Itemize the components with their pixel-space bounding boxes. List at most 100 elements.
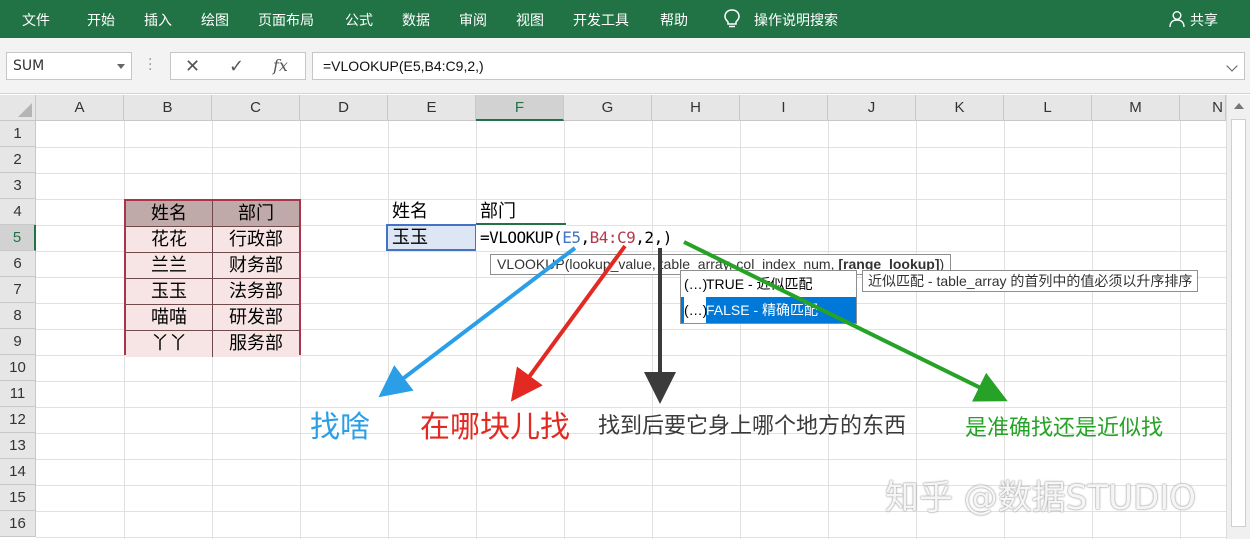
table-cell-dept[interactable]: 法务部 bbox=[213, 279, 299, 305]
autocomplete-item-false[interactable]: (…)FALSE - 精确匹配 bbox=[681, 297, 856, 323]
formula-arg-col: 2 bbox=[644, 228, 654, 247]
row-header[interactable]: 4 bbox=[0, 199, 36, 225]
column-header[interactable]: H bbox=[652, 95, 740, 121]
tab-formulas[interactable]: 公式 bbox=[345, 10, 373, 30]
tab-view[interactable]: 视图 bbox=[516, 10, 544, 30]
table-cell-name[interactable]: 花花 bbox=[126, 227, 213, 253]
column-header[interactable]: M bbox=[1092, 95, 1180, 121]
column-header[interactable]: I bbox=[740, 95, 828, 121]
tab-page-layout[interactable]: 页面布局 bbox=[258, 10, 314, 30]
column-header[interactable]: E bbox=[388, 95, 476, 121]
column-header[interactable]: J bbox=[828, 95, 916, 121]
row-header[interactable]: 1 bbox=[0, 121, 36, 147]
formula-text: =VLOOKUP(E5,B4:C9,2,) bbox=[323, 58, 484, 74]
expand-formula-icon[interactable] bbox=[1226, 60, 1238, 72]
tab-review[interactable]: 审阅 bbox=[459, 10, 487, 30]
select-all-button[interactable] bbox=[0, 95, 36, 121]
lightbulb-icon bbox=[724, 9, 740, 28]
table-cell-dept[interactable]: 服务部 bbox=[213, 331, 299, 357]
cell-e4[interactable]: 姓名 bbox=[392, 199, 428, 225]
cancel-icon[interactable]: ✕ bbox=[185, 56, 200, 77]
cell-e5[interactable]: 玉玉 bbox=[392, 225, 428, 251]
row-header[interactable]: 6 bbox=[0, 251, 36, 277]
formula-input[interactable]: =VLOOKUP(E5,B4:C9,2,) bbox=[312, 52, 1245, 80]
scrollbar-thumb[interactable] bbox=[1231, 119, 1246, 527]
name-box-value: SUM bbox=[13, 58, 45, 74]
row-header[interactable]: 11 bbox=[0, 381, 36, 407]
row-header[interactable]: 16 bbox=[0, 511, 36, 537]
argument-icon: (…) bbox=[684, 297, 707, 323]
share-button[interactable]: 共享 bbox=[1190, 10, 1218, 30]
column-header[interactable]: D bbox=[300, 95, 388, 121]
column-header-selected[interactable]: F bbox=[476, 95, 564, 121]
argument-icon: (…) bbox=[684, 271, 707, 297]
table-cell-dept[interactable]: 行政部 bbox=[213, 227, 299, 253]
tell-me-search[interactable]: 操作说明搜索 bbox=[754, 10, 838, 30]
formula-buttons: ✕ ✓ fx bbox=[170, 52, 306, 80]
row-header[interactable]: 12 bbox=[0, 407, 36, 433]
tab-file[interactable]: 文件 bbox=[22, 10, 50, 30]
table-cell-name[interactable]: 丫丫 bbox=[126, 331, 213, 357]
row-header[interactable]: 14 bbox=[0, 459, 36, 485]
table-cell-name[interactable]: 玉玉 bbox=[126, 279, 213, 305]
autocomplete-list: (…)TRUE - 近似匹配 (…)FALSE - 精确匹配 bbox=[680, 270, 857, 324]
name-box[interactable]: SUM bbox=[6, 52, 132, 80]
table-header-name[interactable]: 姓名 bbox=[126, 201, 213, 227]
row-header[interactable]: 3 bbox=[0, 173, 36, 199]
autocomplete-label: FALSE - 精确匹配 bbox=[706, 302, 819, 318]
column-header[interactable]: G bbox=[564, 95, 652, 121]
label-exact-or-approx: 是准确找还是近似找 bbox=[965, 416, 1164, 441]
row-header[interactable]: 13 bbox=[0, 433, 36, 459]
formula-prefix: =VLOOKUP( bbox=[480, 228, 563, 247]
table-cell-dept[interactable]: 财务部 bbox=[213, 253, 299, 279]
table-cell-dept[interactable]: 研发部 bbox=[213, 305, 299, 331]
table-cell-name[interactable]: 喵喵 bbox=[126, 305, 213, 331]
watermark: 知乎 @数据STUDIO bbox=[885, 478, 1197, 518]
tab-data[interactable]: 数据 bbox=[402, 10, 430, 30]
chevron-down-icon[interactable] bbox=[117, 64, 125, 69]
row-header[interactable]: 10 bbox=[0, 355, 36, 381]
autocomplete-label: TRUE - 近似匹配 bbox=[706, 276, 813, 292]
vertical-scrollbar[interactable] bbox=[1226, 95, 1250, 539]
insert-function-icon[interactable]: fx bbox=[273, 56, 288, 75]
tab-developer[interactable]: 开发工具 bbox=[573, 10, 629, 30]
ribbon-tabs: 文件 开始 插入 绘图 页面布局 公式 数据 审阅 视图 开发工具 帮助 操作说… bbox=[0, 0, 1250, 38]
column-header[interactable]: L bbox=[1004, 95, 1092, 121]
row-header[interactable]: 15 bbox=[0, 485, 36, 511]
tab-help[interactable]: 帮助 bbox=[660, 10, 688, 30]
tab-insert[interactable]: 插入 bbox=[144, 10, 172, 30]
table-header-dept[interactable]: 部门 bbox=[213, 201, 299, 227]
label-where: 在哪块儿找 bbox=[420, 410, 570, 445]
column-header[interactable]: K bbox=[916, 95, 1004, 121]
tab-draw[interactable]: 绘图 bbox=[201, 10, 229, 30]
enter-icon[interactable]: ✓ bbox=[229, 56, 244, 77]
formula-sep: , bbox=[653, 228, 664, 247]
cell-f5-formula[interactable]: =VLOOKUP(E5,B4:C9,2,) bbox=[480, 225, 672, 251]
grip-icon[interactable]: · · · bbox=[148, 53, 152, 77]
column-header[interactable]: A bbox=[36, 95, 124, 121]
label-which-part: 找到后要它身上哪个地方的东西 bbox=[598, 414, 907, 439]
formula-suffix: ) bbox=[662, 228, 673, 247]
formula-bar: SUM · · · ✕ ✓ fx =VLOOKUP(E5,B4:C9,2,) bbox=[0, 38, 1250, 94]
row-header[interactable]: 8 bbox=[0, 303, 36, 329]
cell-f4[interactable]: 部门 bbox=[480, 199, 516, 225]
table-cell-name[interactable]: 兰兰 bbox=[126, 253, 213, 279]
column-header[interactable]: N bbox=[1180, 95, 1226, 121]
label-find-what: 找啥 bbox=[310, 410, 370, 445]
column-header[interactable]: B bbox=[124, 95, 212, 121]
formula-arg-lookup: E5 bbox=[562, 228, 581, 247]
employee-table: 姓名 部门 花花 行政部 兰兰 财务部 玉玉 法务部 喵喵 研发部 丫丫 服务部 bbox=[124, 199, 301, 357]
scroll-up-icon[interactable] bbox=[1234, 103, 1244, 109]
row-header-selected[interactable]: 5 bbox=[0, 225, 36, 251]
autocomplete-item-true[interactable]: (…)TRUE - 近似匹配 bbox=[681, 271, 856, 297]
formula-sep: , bbox=[580, 228, 590, 247]
row-header[interactable]: 7 bbox=[0, 277, 36, 303]
formula-arg-table: B4:C9 bbox=[589, 228, 636, 247]
row-header[interactable]: 2 bbox=[0, 147, 36, 173]
column-header[interactable]: C bbox=[212, 95, 300, 121]
excel-window: 文件 开始 插入 绘图 页面布局 公式 数据 审阅 视图 开发工具 帮助 操作说… bbox=[0, 0, 1250, 539]
person-icon bbox=[1169, 11, 1185, 28]
row-header[interactable]: 9 bbox=[0, 329, 36, 355]
tab-home[interactable]: 开始 bbox=[87, 10, 115, 30]
option-hint-tooltip: 近似匹配 - table_array 的首列中的值必须以升序排序 bbox=[862, 270, 1199, 292]
